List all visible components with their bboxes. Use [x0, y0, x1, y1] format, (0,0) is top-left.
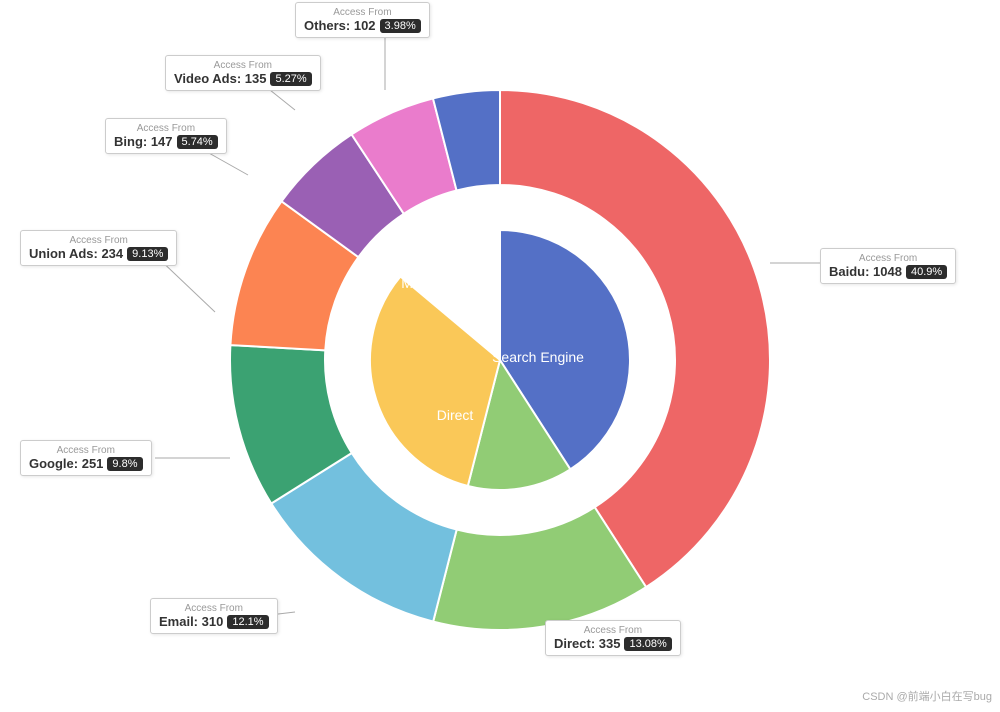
tooltip-badge-videoads: 5.27% [270, 72, 311, 86]
tooltip-value-email: Email: 310 12.1% [159, 614, 269, 629]
tooltip-badge-email: 12.1% [227, 615, 268, 629]
tooltip-baidu: Access FromBaidu: 1048 40.9% [820, 248, 956, 284]
tooltip-label-unionads: Union Ads: 234 [29, 246, 123, 261]
tooltip-label-others: Others: 102 [304, 18, 376, 33]
tooltip-label-email: Email: 310 [159, 614, 223, 629]
tooltip-title-google: Access From [29, 445, 143, 456]
tooltip-value-others: Others: 102 3.98% [304, 18, 421, 33]
tooltip-value-direct: Direct: 335 13.08% [554, 636, 672, 651]
tooltip-title-baidu: Access From [829, 253, 947, 264]
tooltip-title-videoads: Access From [174, 60, 312, 71]
tooltip-title-email: Access From [159, 603, 269, 614]
tooltip-badge-direct: 13.08% [624, 637, 671, 651]
tooltip-direct: Access FromDirect: 335 13.08% [545, 620, 681, 656]
tooltip-value-baidu: Baidu: 1048 40.9% [829, 264, 947, 279]
tooltip-badge-baidu: 40.9% [906, 265, 947, 279]
tooltip-value-videoads: Video Ads: 135 5.27% [174, 71, 312, 86]
tooltip-badge-others: 3.98% [380, 19, 421, 33]
tooltip-title-bing: Access From [114, 123, 218, 134]
tooltip-others: Access FromOthers: 102 3.98% [295, 2, 430, 38]
inner-label-direct: Direct [437, 407, 474, 423]
tooltip-badge-google: 9.8% [107, 457, 142, 471]
tooltip-label-direct: Direct: 335 [554, 636, 620, 651]
tooltip-videoads: Access FromVideo Ads: 135 5.27% [165, 55, 321, 91]
tooltip-value-unionads: Union Ads: 234 9.13% [29, 246, 168, 261]
watermark: CSDN @前端小白在写bug [862, 688, 992, 704]
chart-container: Search Engine Direct Marketing CSDN @前端小白在… [0, 0, 1000, 712]
inner-label-marketing: Marketing [401, 275, 462, 291]
tooltip-bing: Access FromBing: 147 5.74% [105, 118, 227, 154]
tooltip-label-baidu: Baidu: 1048 [829, 264, 902, 279]
tooltip-value-google: Google: 251 9.8% [29, 456, 143, 471]
tooltip-label-google: Google: 251 [29, 456, 103, 471]
tooltip-unionads: Access FromUnion Ads: 234 9.13% [20, 230, 177, 266]
tooltip-google: Access FromGoogle: 251 9.8% [20, 440, 152, 476]
tooltip-title-direct: Access From [554, 625, 672, 636]
tooltip-label-bing: Bing: 147 [114, 134, 173, 149]
tooltip-email: Access FromEmail: 310 12.1% [150, 598, 278, 634]
inner-label-search-engine: Search Engine [492, 349, 584, 365]
tooltip-badge-bing: 5.74% [177, 135, 218, 149]
tooltip-value-bing: Bing: 147 5.74% [114, 134, 218, 149]
tooltip-title-unionads: Access From [29, 235, 168, 246]
connector-line-videoads [270, 90, 295, 110]
tooltip-badge-unionads: 9.13% [127, 247, 168, 261]
tooltip-title-others: Access From [304, 7, 421, 18]
tooltip-label-videoads: Video Ads: 135 [174, 71, 266, 86]
